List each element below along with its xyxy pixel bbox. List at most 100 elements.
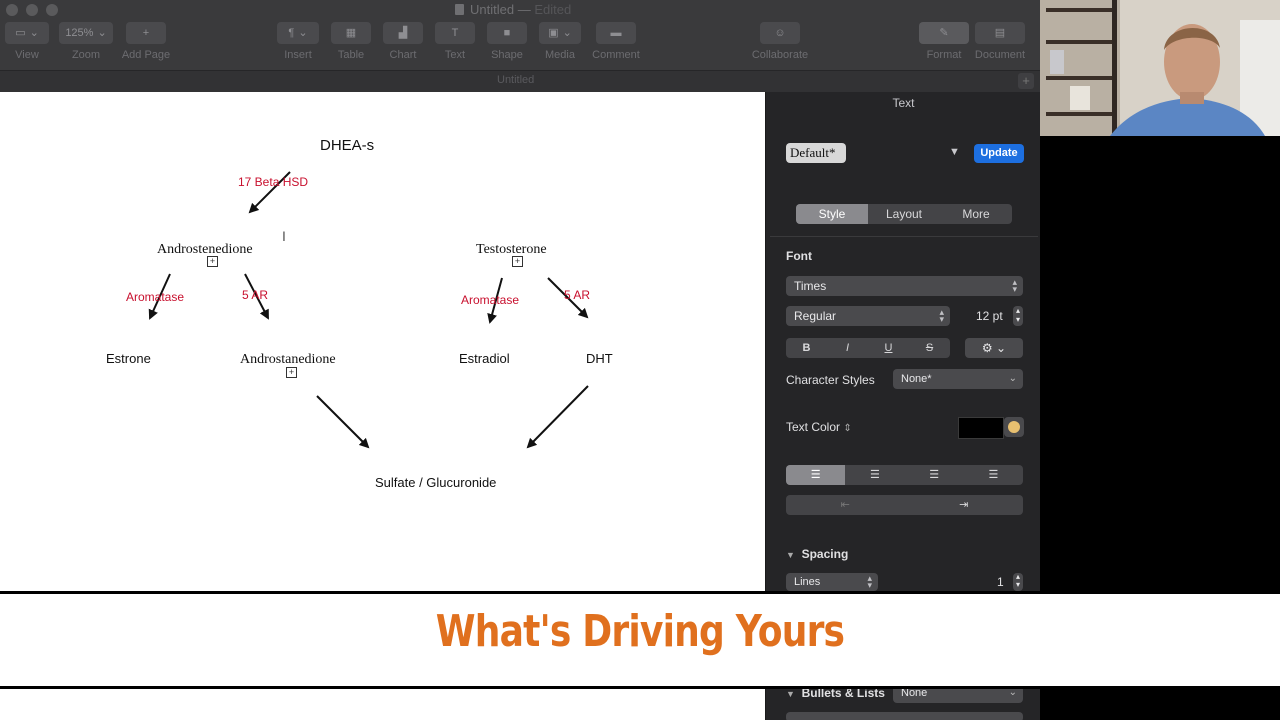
- table-tool[interactable]: ▦ Table: [330, 22, 372, 66]
- node-dht[interactable]: DHT: [586, 351, 613, 366]
- node-estradiol[interactable]: Estradiol: [459, 351, 510, 366]
- line-spacing-stepper[interactable]: ▴ ▾: [1013, 573, 1023, 591]
- paragraph-icon: ¶: [288, 27, 295, 39]
- anchor-icon: +: [286, 367, 297, 378]
- minimize-window-button[interactable]: [26, 4, 38, 16]
- character-styles-label: Character Styles: [786, 373, 875, 387]
- shape-tool[interactable]: ■ Shape: [486, 22, 528, 66]
- text-cursor-icon: I: [282, 228, 286, 244]
- table-icon: ▦: [345, 27, 357, 39]
- font-section-label: Font: [786, 249, 812, 263]
- text-color-label: Text Color ⇕: [786, 420, 852, 434]
- node-estrone[interactable]: Estrone: [106, 351, 151, 366]
- chevron-down-icon: ⌄: [29, 27, 39, 39]
- add-page-tool[interactable]: + Add Page: [120, 22, 172, 66]
- node-androstanedione[interactable]: Androstanedione: [240, 352, 336, 368]
- chart-icon: ▟: [398, 27, 408, 39]
- enzyme-aromatase-left[interactable]: Aromatase: [126, 290, 184, 304]
- collaborate-icon: ☺: [774, 27, 786, 39]
- color-wheel-icon: [1008, 420, 1020, 433]
- bold-button[interactable]: B: [786, 338, 827, 358]
- line-spacing-value[interactable]: 1: [997, 575, 1004, 589]
- align-center-button[interactable]: ☰: [845, 465, 904, 485]
- enzyme-5-ar-left[interactable]: 5 AR: [242, 288, 268, 302]
- zoom-window-button[interactable]: [46, 4, 58, 16]
- chart-tool[interactable]: ▟ Chart: [382, 22, 424, 66]
- webcam-overlay: [1040, 0, 1280, 136]
- italic-button[interactable]: I: [827, 338, 868, 358]
- shape-icon: ■: [503, 27, 511, 39]
- font-weight-select[interactable]: Regular ▴ ▾: [786, 306, 950, 326]
- webcam-presenter-image: [1040, 0, 1280, 136]
- spacing-section-label[interactable]: ▼ Spacing: [786, 547, 848, 561]
- tab-title[interactable]: Untitled: [497, 74, 534, 86]
- list-style-select[interactable]: [786, 712, 1023, 720]
- view-tool[interactable]: ▭ ⌄ View: [4, 22, 50, 66]
- paintbrush-icon: ✎: [939, 27, 949, 39]
- document-icon: ▤: [994, 27, 1006, 39]
- tab-bar: Untitled +: [0, 70, 1040, 93]
- node-androstenedione[interactable]: Androstenedione: [157, 242, 253, 258]
- color-wheel-button[interactable]: [1004, 417, 1024, 437]
- caption-banner: What's Driving Yours: [0, 591, 1280, 689]
- collaborate-tool[interactable]: ☺ Collaborate: [748, 22, 812, 66]
- text-style-buttons: B I U S: [786, 338, 950, 358]
- strikethrough-button[interactable]: S: [909, 338, 950, 358]
- comment-icon: ▬: [610, 27, 622, 39]
- text-tool[interactable]: T Text: [434, 22, 476, 66]
- enzyme-aromatase-right[interactable]: Aromatase: [461, 293, 519, 307]
- disclosure-triangle-icon: ▼: [786, 550, 795, 560]
- sidebar-icon: ▭: [15, 27, 26, 39]
- gear-icon: ⚙: [981, 341, 993, 355]
- media-tool[interactable]: ▣ ⌄ Media: [538, 22, 582, 66]
- alignment-buttons: ☰ ☰ ☰ ☰: [786, 465, 1023, 485]
- paragraph-style-select[interactable]: Default*: [786, 143, 846, 163]
- arrow-dht-to-sulfate: [526, 385, 589, 449]
- update-style-button[interactable]: Update: [974, 144, 1024, 163]
- enzyme-17-beta-hsd[interactable]: 17 Beta HSD: [238, 175, 308, 189]
- align-justify-button[interactable]: ☰: [964, 465, 1023, 485]
- disclosure-triangle-icon: ▼: [786, 689, 795, 699]
- increase-indent-button[interactable]: ⇥: [905, 495, 1024, 515]
- insert-tool[interactable]: ¶ ⌄ Insert: [276, 22, 320, 66]
- indent-buttons: ⇤ ⇥: [786, 495, 1023, 515]
- node-dhea-s[interactable]: DHEA-s: [320, 137, 374, 154]
- toolbar: Untitled — Edited ▭ ⌄ View 125% ⌄ Zoom + A…: [0, 0, 1040, 70]
- node-sulfate-glucuronide[interactable]: Sulfate / Glucuronide: [375, 475, 496, 490]
- zoom-tool[interactable]: 125% ⌄ Zoom: [58, 22, 114, 66]
- chevron-down-icon: ⌄: [562, 27, 572, 39]
- chevron-down-icon: ⌄: [1008, 373, 1017, 384]
- image-icon: ▣: [548, 27, 559, 39]
- close-window-button[interactable]: [6, 4, 18, 16]
- tab-more[interactable]: More: [940, 204, 1012, 224]
- font-family-select[interactable]: Times ▴ ▾: [786, 276, 1023, 296]
- font-size-field[interactable]: 12 pt: [976, 309, 1003, 323]
- decrease-indent-button[interactable]: ⇤: [786, 495, 905, 515]
- text-options-gear-button[interactable]: ⚙ ⌄: [965, 338, 1023, 358]
- tab-style[interactable]: Style: [796, 204, 868, 224]
- align-left-button[interactable]: ☰: [786, 465, 846, 485]
- caption-text: What's Driving Yours: [435, 606, 845, 657]
- anchor-icon: +: [512, 256, 523, 267]
- style-dropdown-icon[interactable]: ▼: [949, 146, 960, 158]
- plus-icon: +: [142, 27, 150, 39]
- line-spacing-select[interactable]: Lines ▴ ▾: [786, 573, 878, 591]
- divider: [770, 236, 1038, 237]
- format-tool[interactable]: ✎ Format: [918, 22, 970, 66]
- chevron-down-icon: ⌄: [298, 27, 308, 39]
- new-tab-button[interactable]: +: [1018, 73, 1034, 89]
- tab-layout[interactable]: Layout: [868, 204, 940, 224]
- inspector-title: Text: [892, 96, 915, 110]
- align-right-button[interactable]: ☰: [905, 465, 964, 485]
- document-tool[interactable]: ▤ Document: [972, 22, 1028, 66]
- text-color-well[interactable]: [958, 417, 1004, 439]
- enzyme-5-ar-right[interactable]: 5 AR: [564, 288, 590, 302]
- character-styles-select[interactable]: None* ⌄: [893, 369, 1023, 389]
- text-icon: T: [451, 27, 459, 39]
- font-size-stepper[interactable]: ▴ ▾: [1013, 306, 1023, 326]
- comment-tool[interactable]: ▬ Comment: [590, 22, 642, 66]
- arrow-androstanedione-to-sulfate: [316, 395, 370, 449]
- updown-icon: ⇕: [843, 423, 852, 434]
- underline-button[interactable]: U: [868, 338, 909, 358]
- anchor-icon: +: [207, 256, 218, 267]
